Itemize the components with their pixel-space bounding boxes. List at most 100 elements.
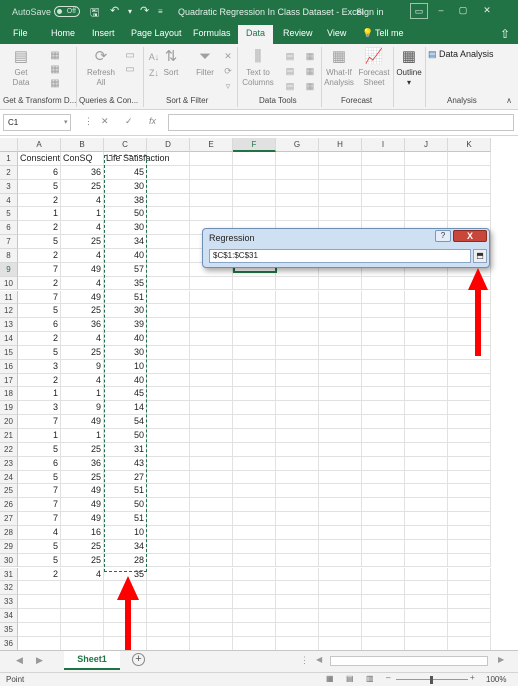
empty-cell[interactable]: [190, 622, 233, 637]
data-cell[interactable]: 39: [104, 318, 147, 333]
sort-az-button[interactable]: A↓ Z↓: [148, 50, 160, 82]
empty-cell[interactable]: [405, 318, 448, 333]
empty-cell[interactable]: [233, 304, 276, 319]
row-header[interactable]: 32: [0, 581, 18, 596]
data-tools-more[interactable]: ▦ ▦ ▦: [301, 50, 319, 95]
empty-cell[interactable]: [405, 387, 448, 402]
empty-cell[interactable]: [362, 636, 405, 650]
empty-cell[interactable]: [448, 359, 491, 374]
empty-cell[interactable]: [233, 484, 276, 499]
row-header[interactable]: 29: [0, 539, 18, 554]
empty-cell[interactable]: [147, 276, 190, 291]
data-cell[interactable]: 49: [61, 290, 104, 305]
minimize-icon[interactable]: –: [432, 3, 450, 19]
formula-input[interactable]: [168, 114, 514, 131]
empty-cell[interactable]: [276, 332, 319, 346]
maximize-icon[interactable]: ▢: [454, 3, 472, 19]
empty-cell[interactable]: [276, 304, 319, 319]
empty-cell[interactable]: [319, 359, 362, 374]
data-cell[interactable]: 40: [104, 248, 147, 263]
empty-cell[interactable]: [405, 456, 448, 471]
empty-cell[interactable]: [405, 276, 448, 291]
empty-cell[interactable]: [319, 165, 362, 180]
data-cell[interactable]: 2: [18, 248, 61, 263]
row-header[interactable]: 26: [0, 498, 18, 513]
empty-cell[interactable]: [405, 152, 448, 166]
empty-cell[interactable]: [448, 484, 491, 499]
sheet-tab-sheet1[interactable]: Sheet1: [64, 651, 120, 670]
empty-cell[interactable]: [362, 165, 405, 180]
empty-cell[interactable]: [147, 373, 190, 388]
empty-cell[interactable]: [319, 179, 362, 194]
data-cell[interactable]: 9: [61, 401, 104, 416]
empty-cell[interactable]: [405, 165, 448, 180]
empty-cell[interactable]: [147, 332, 190, 346]
empty-cell[interactable]: [147, 179, 190, 194]
empty-cell[interactable]: [448, 207, 491, 222]
data-cell[interactable]: 49: [61, 415, 104, 429]
empty-cell[interactable]: [319, 152, 362, 166]
row-header[interactable]: 20: [0, 415, 18, 429]
empty-cell[interactable]: [233, 622, 276, 637]
filter-button[interactable]: ⏷ Filter: [192, 48, 218, 78]
empty-cell[interactable]: [276, 512, 319, 526]
save-icon[interactable]: 🖫: [90, 4, 99, 23]
empty-cell[interactable]: [319, 512, 362, 526]
data-cell[interactable]: 5: [18, 235, 61, 249]
filter-options[interactable]: ✕ ⟳ ▿: [220, 50, 236, 95]
close-window-icon[interactable]: ✕: [478, 3, 496, 19]
page-break-view-icon[interactable]: ▥: [366, 674, 374, 683]
data-cell[interactable]: 45: [104, 387, 147, 402]
data-cell[interactable]: 2: [18, 567, 61, 582]
row-header[interactable]: 6: [0, 221, 18, 236]
empty-cell[interactable]: [276, 456, 319, 471]
empty-cell[interactable]: [276, 442, 319, 457]
empty-cell[interactable]: [147, 318, 190, 333]
scroll-right-icon[interactable]: ▶: [36, 655, 43, 666]
empty-cell[interactable]: [362, 567, 405, 582]
empty-cell[interactable]: [233, 525, 276, 540]
scroll-left-icon[interactable]: ◀: [16, 655, 23, 666]
empty-cell[interactable]: [190, 498, 233, 513]
empty-cell[interactable]: [233, 498, 276, 513]
empty-cell[interactable]: [276, 622, 319, 637]
empty-cell[interactable]: [190, 442, 233, 457]
empty-cell[interactable]: [448, 595, 491, 610]
empty-cell[interactable]: [233, 332, 276, 346]
empty-cell[interactable]: [362, 539, 405, 554]
cancel-icon[interactable]: ✕: [101, 116, 109, 127]
data-cell[interactable]: 25: [61, 553, 104, 568]
empty-cell[interactable]: [319, 456, 362, 471]
empty-cell[interactable]: [190, 429, 233, 443]
empty-cell[interactable]: [147, 442, 190, 457]
empty-cell[interactable]: [233, 512, 276, 526]
empty-cell[interactable]: [319, 539, 362, 554]
empty-cell[interactable]: [362, 401, 405, 416]
empty-cell[interactable]: [276, 387, 319, 402]
data-cell[interactable]: 1: [18, 387, 61, 402]
empty-cell[interactable]: [147, 470, 190, 485]
empty-cell[interactable]: [405, 512, 448, 526]
empty-cell[interactable]: [362, 429, 405, 443]
data-cell[interactable]: 6: [18, 456, 61, 471]
empty-cell[interactable]: [362, 318, 405, 333]
empty-cell[interactable]: [147, 498, 190, 513]
empty-cell[interactable]: [233, 567, 276, 582]
empty-cell[interactable]: [61, 622, 104, 637]
row-header[interactable]: 25: [0, 484, 18, 499]
row-header[interactable]: 13: [0, 318, 18, 333]
empty-cell[interactable]: [276, 165, 319, 180]
empty-cell[interactable]: [362, 304, 405, 319]
empty-cell[interactable]: [190, 581, 233, 596]
data-cell[interactable]: 38: [104, 193, 147, 208]
data-cell[interactable]: 54: [104, 415, 147, 429]
data-cell[interactable]: 10: [104, 525, 147, 540]
data-cell[interactable]: 4: [61, 567, 104, 582]
name-box-dropdown-icon[interactable]: ▾: [64, 118, 68, 126]
tab-page-layout[interactable]: Page Layout: [131, 28, 182, 38]
empty-cell[interactable]: [319, 609, 362, 623]
empty-cell[interactable]: [448, 498, 491, 513]
empty-cell[interactable]: [147, 401, 190, 416]
empty-cell[interactable]: [405, 567, 448, 582]
empty-cell[interactable]: [319, 525, 362, 540]
